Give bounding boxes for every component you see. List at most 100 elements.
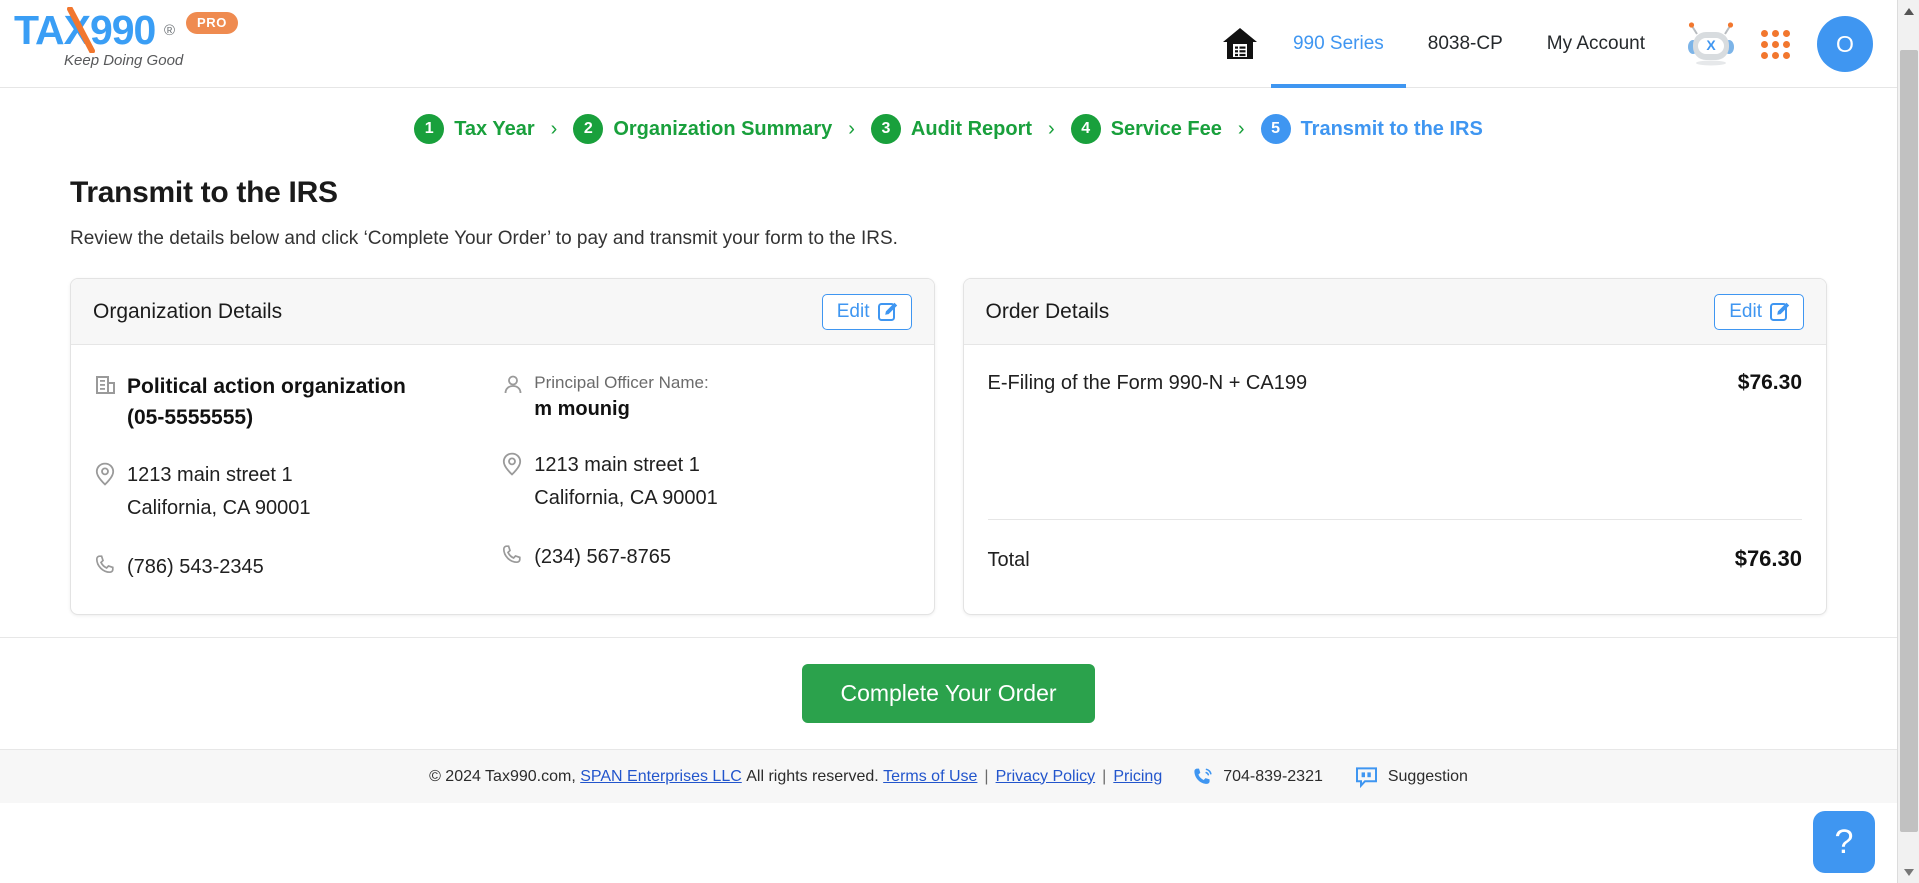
vertical-scrollbar[interactable] <box>1897 0 1919 883</box>
apps-menu-button[interactable] <box>1747 0 1803 88</box>
nav-item-990-series[interactable]: 990 Series <box>1270 0 1406 88</box>
step-transmit-to-the-irs[interactable]: 5 Transmit to the IRS <box>1260 114 1483 144</box>
person-icon <box>502 371 524 401</box>
pricing-link[interactable]: Pricing <box>1113 768 1162 786</box>
terms-of-use-link[interactable]: Terms of Use <box>883 768 977 786</box>
pencil-square-icon <box>877 302 897 321</box>
scrollbar-thumb[interactable] <box>1900 50 1918 832</box>
step-number: 2 <box>573 114 604 144</box>
organization-name-row: Political action organization (05-555555… <box>95 371 502 433</box>
map-pin-icon <box>502 449 524 481</box>
nav-item-8038-cp[interactable]: 8038-CP <box>1406 0 1525 88</box>
complete-your-order-button[interactable]: Complete Your Order <box>802 664 1095 723</box>
app-window: TAX990 ® PRO Keep Doing Good 990 Series … <box>0 0 1919 883</box>
scroll-up-button[interactable] <box>1898 0 1919 22</box>
organization-address-value: 1213 main street 1 California, CA 90001 <box>127 459 310 525</box>
phone-icon <box>502 541 524 569</box>
organization-details-title: Organization Details <box>93 299 283 323</box>
organization-phone-row: (786) 543-2345 <box>95 551 502 584</box>
scroll-down-button[interactable] <box>1898 861 1919 883</box>
chevron-up-icon <box>1904 7 1914 15</box>
step-separator-icon: › <box>1048 117 1055 140</box>
organization-columns: Political action organization (05-555555… <box>95 371 910 584</box>
home-building-icon <box>1222 28 1257 59</box>
organization-name-value: Political action organization (05-555555… <box>127 371 427 433</box>
step-label: Transmit to the IRS <box>1300 117 1483 140</box>
principal-officer-value: Principal Officer Name: m mounig <box>534 371 708 423</box>
step-number: 5 <box>1260 114 1291 144</box>
order-details-card: Order Details Edit E-Filing of the Form … <box>962 278 1827 615</box>
tax990-logo[interactable]: TAX990 ® PRO Keep Doing Good <box>14 7 238 78</box>
nav-label: My Account <box>1546 33 1645 54</box>
main-content: Transmit to the IRS Review the details b… <box>0 176 1897 615</box>
phone-icon <box>95 551 117 579</box>
phone-ring-icon <box>1194 768 1212 784</box>
card-header: Organization Details Edit <box>71 279 934 345</box>
chevron-down-icon <box>1904 868 1914 876</box>
user-avatar[interactable]: O <box>1817 16 1873 72</box>
pencil-square-icon <box>1770 302 1790 321</box>
organization-phone-value: (786) 543-2345 <box>127 556 264 578</box>
details-cards: Organization Details Edit Political acti… <box>60 278 1837 615</box>
quote-bubble-icon <box>1355 766 1377 788</box>
order-line-item: E-Filing of the Form 990-N + CA199 $76.3… <box>988 371 1803 395</box>
organization-details-body: Political action organization (05-555555… <box>71 345 934 614</box>
page-title: Transmit to the IRS <box>70 176 338 209</box>
order-line-items: E-Filing of the Form 990-N + CA199 $76.3… <box>964 345 1827 519</box>
span-enterprises-link[interactable]: SPAN Enterprises LLC <box>580 768 742 786</box>
nav-item-my-account[interactable]: My Account <box>1525 0 1667 88</box>
organization-column-right: Principal Officer Name: m mounig 1213 ma… <box>502 371 909 584</box>
order-item-amount: $76.30 <box>1737 371 1802 394</box>
edit-label: Edit <box>1729 300 1762 322</box>
question-mark-icon: ? <box>1834 822 1854 861</box>
step-service-fee[interactable]: 4 Service Fee <box>1070 114 1222 144</box>
site-header: TAX990 ® PRO Keep Doing Good 990 Series … <box>0 0 1897 88</box>
chat-bot-button[interactable]: X <box>1675 0 1747 88</box>
officer-address-value: 1213 main street 1 California, CA 90001 <box>534 449 717 515</box>
org-name-text: Political action organization <box>127 375 406 398</box>
principal-officer-row: Principal Officer Name: m mounig <box>502 371 909 423</box>
step-label: Service Fee <box>1110 117 1222 140</box>
address-line-2: California, CA 90001 <box>127 497 311 519</box>
step-audit-report[interactable]: 3 Audit Report <box>870 114 1032 144</box>
logo-text: TAX990 <box>14 7 156 53</box>
privacy-policy-link[interactable]: Privacy Policy <box>996 768 1096 786</box>
address-line-1: 1213 main street 1 <box>534 454 700 476</box>
order-total-amount: $76.30 <box>1734 546 1802 571</box>
step-tax-year[interactable]: 1 Tax Year <box>414 114 535 144</box>
building-icon <box>95 371 117 401</box>
step-organization-summary[interactable]: 2 Organization Summary <box>573 114 832 144</box>
copyright-text: © 2024 Tax990.com, <box>429 767 576 785</box>
step-number: 3 <box>870 114 901 144</box>
main-navigation: 990 Series 8038-CP My Account X O <box>1209 0 1873 88</box>
footer-suggestion-label: Suggestion <box>1387 767 1468 785</box>
officer-phone-row: (234) 567-8765 <box>502 541 909 574</box>
edit-organization-button[interactable]: Edit <box>821 293 912 330</box>
avatar-initial: O <box>1836 30 1854 57</box>
apps-grid-icon <box>1760 29 1790 59</box>
principal-officer-name: m mounig <box>534 398 630 420</box>
chat-bot-icon: X <box>1688 22 1734 66</box>
logo-registered-mark: ® <box>164 22 175 39</box>
logo-tagline: Keep Doing Good <box>64 52 184 69</box>
step-separator-icon: › <box>550 117 558 140</box>
help-button[interactable]: ? <box>1813 811 1875 873</box>
order-total-label: Total <box>987 549 1030 571</box>
nav-label: 990 Series <box>1292 33 1384 54</box>
action-bar: Complete Your Order <box>0 637 1897 749</box>
footer-separator: | <box>1102 767 1107 785</box>
map-pin-icon <box>95 459 117 491</box>
organization-details-card: Organization Details Edit Political acti… <box>70 278 935 615</box>
edit-order-button[interactable]: Edit <box>1714 293 1804 330</box>
footer-phone-number: 704-839-2321 <box>1223 767 1323 785</box>
footer-suggestion[interactable]: Suggestion <box>1355 766 1468 788</box>
rights-text: All rights reserved. <box>746 767 879 785</box>
org-ein-text: (05-5555555) <box>127 406 254 429</box>
organization-column-left: Political action organization (05-555555… <box>95 371 502 584</box>
order-item-description: E-Filing of the Form 990-N + CA199 <box>987 372 1308 394</box>
footer-phone[interactable]: 704-839-2321 <box>1192 766 1323 788</box>
home-button[interactable] <box>1209 0 1271 88</box>
progress-stepper: 1 Tax Year › 2 Organization Summary › 3 … <box>0 88 1897 154</box>
order-details-title: Order Details <box>985 299 1110 323</box>
page-subtitle: Review the details below and click ‘Comp… <box>70 228 898 249</box>
